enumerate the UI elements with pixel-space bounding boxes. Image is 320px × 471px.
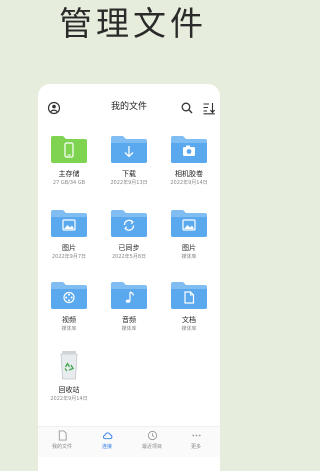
folder-name: 相机胶卷 — [175, 170, 203, 178]
folder-name: 下载 — [122, 170, 136, 178]
top-bar: 我的文件 — [38, 98, 220, 118]
folder-name: 图片 — [182, 244, 196, 252]
folder-camera-roll[interactable]: 相机胶卷 2022年9月14日 — [159, 134, 219, 187]
document-icon — [171, 282, 207, 309]
folder-sub: 媒体库 — [121, 326, 137, 332]
folder-main-storage[interactable]: 主存储 27 GB/34 GB — [39, 134, 99, 187]
nav-label: 连接 — [101, 444, 112, 450]
nav-label: 最近项目 — [141, 444, 162, 450]
nav-my-files[interactable]: 我的文件 — [40, 430, 84, 451]
folder-pictures[interactable]: 图片 2022年9月7日 — [39, 208, 99, 261]
folder-name: 视频 — [62, 316, 76, 324]
nav-label: 我的文件 — [51, 444, 72, 450]
cloud-icon — [102, 432, 112, 440]
folder-sub: 2022年5月8日 — [111, 254, 147, 260]
folder-sub: 2022年9月13日 — [110, 180, 148, 186]
file-icon — [58, 430, 67, 441]
nav-more[interactable]: 更多 — [174, 430, 218, 451]
folder-sub: 2022年9月14日 — [50, 396, 88, 402]
search-icon[interactable] — [180, 101, 194, 115]
phone-icon — [51, 136, 87, 163]
folder-sub: 27 GB/34 GB — [52, 180, 86, 186]
nav-label: 更多 — [190, 444, 201, 450]
nav-connect[interactable]: 连接 — [85, 430, 129, 451]
nav-recent[interactable]: 最近项目 — [130, 430, 174, 451]
folder-downloads[interactable]: 下载 2022年9月13日 — [99, 134, 159, 187]
folder-sub: 媒体库 — [181, 326, 197, 332]
folder-name: 音频 — [122, 316, 136, 324]
folder-name: 图片 — [62, 244, 76, 252]
image-icon — [171, 210, 207, 237]
film-icon — [51, 282, 87, 309]
folder-name: 主存储 — [58, 170, 80, 178]
folder-documents[interactable]: 文档 媒体库 — [159, 280, 219, 333]
folder-recycle-bin[interactable]: 回收站 2022年9月14日 — [39, 350, 99, 403]
folder-name: 文档 — [182, 316, 196, 324]
folder-pictures-library[interactable]: 图片 媒体库 — [159, 208, 219, 261]
folder-sub: 媒体库 — [61, 326, 77, 332]
music-icon — [111, 282, 147, 309]
folder-name: 回收站 — [58, 386, 80, 394]
folder-synced[interactable]: 已同步 2022年5月8日 — [99, 208, 159, 261]
phone-screen: 我的文件 主存储 27 GB/34 GB 下载 2022年9月13日 相机胶卷 … — [38, 84, 220, 471]
folder-sub: 2022年9月7日 — [51, 254, 87, 260]
bottom-nav: 我的文件 连接 最近项目 更多 — [38, 426, 220, 457]
image-icon — [51, 210, 87, 237]
clock-icon — [147, 430, 157, 441]
sort-icon[interactable] — [202, 101, 216, 115]
folder-sub: 2022年9月14日 — [170, 180, 208, 186]
camera-icon — [171, 136, 207, 163]
folder-audio[interactable]: 音频 媒体库 — [99, 280, 159, 333]
more-icon — [191, 434, 201, 437]
folder-name: 已同步 — [118, 244, 140, 252]
promo-title: 管理文件 — [59, 4, 207, 43]
sync-icon — [111, 210, 147, 237]
folder-sub: 媒体库 — [181, 254, 197, 260]
recycle-bin-icon — [60, 351, 78, 380]
download-icon — [111, 136, 147, 163]
folder-videos[interactable]: 视频 媒体库 — [39, 280, 99, 333]
